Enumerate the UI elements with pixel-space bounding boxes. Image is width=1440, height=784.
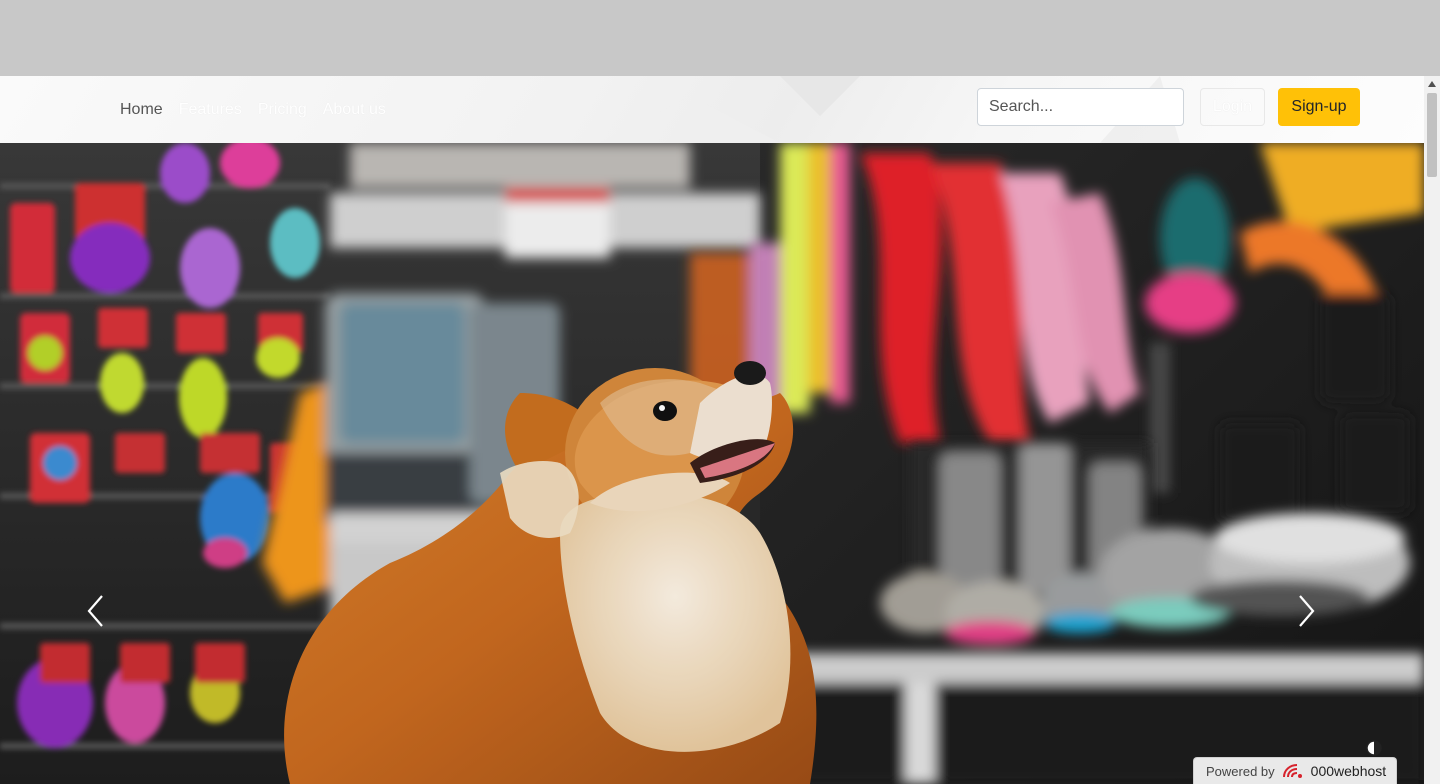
chevron-right-icon [1299,595,1315,627]
scrollbar-thumb[interactable] [1427,93,1437,177]
navbar-decoration [780,76,860,116]
chevron-left-icon [87,595,103,627]
browser-top-band [0,0,1440,76]
navbar-decoration [600,96,780,143]
nav-links: Home Features Pricing About us [120,76,386,143]
carousel-next-button[interactable] [1296,593,1336,643]
powered-by-brand: 000webhost [1310,763,1387,779]
hero-carousel [0,143,1424,784]
theme-toggle-icon[interactable] [1366,740,1382,756]
nav-link-about-us[interactable]: About us [323,101,386,119]
navbar: Home Features Pricing About us Login Sig… [0,76,1424,143]
page-scrollbar[interactable] [1424,76,1440,784]
page-viewport: Home Features Pricing About us Login Sig… [0,76,1424,784]
powered-by-badge[interactable]: Powered by 000webhost [1193,757,1397,784]
login-button[interactable]: Login [1200,88,1265,126]
scroll-up-arrow-icon[interactable] [1424,76,1440,92]
powered-by-label: Powered by [1206,763,1275,779]
carousel-prev-button[interactable] [86,593,126,643]
hero-image [0,143,1424,784]
000webhost-logo-icon [1282,764,1302,778]
search-input[interactable] [977,88,1184,126]
signup-button[interactable]: Sign-up [1278,88,1360,126]
nav-link-pricing[interactable]: Pricing [258,101,307,119]
nav-link-features[interactable]: Features [179,101,242,119]
nav-link-home[interactable]: Home [120,101,163,119]
